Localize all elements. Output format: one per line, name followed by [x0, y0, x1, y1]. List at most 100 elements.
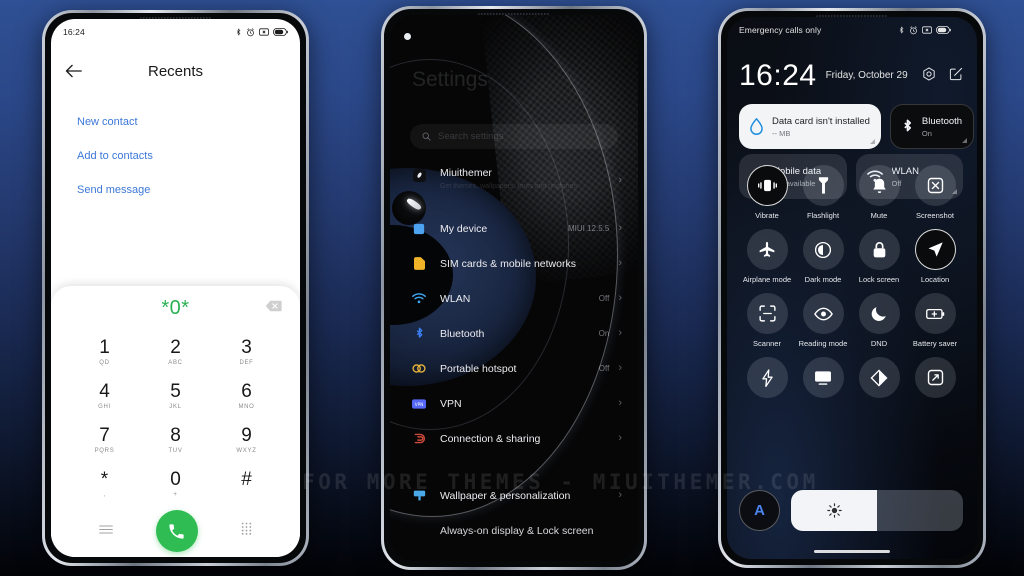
settings-row-wallpaper[interactable]: Wallpaper & personalization › [390, 478, 638, 513]
toggle-lightning[interactable] [739, 357, 795, 403]
dial-key[interactable]: 2 ABC [140, 332, 211, 372]
dial-key[interactable]: 4 GHI [69, 376, 140, 416]
chevron-right-icon: › [618, 489, 622, 501]
tile-label: Data card isn't installed [772, 115, 870, 127]
expand-icon [927, 369, 943, 386]
toggle-label: Reading mode [798, 339, 848, 348]
toggle-icon-wrap [858, 293, 900, 334]
phone1-screen: 16:24 Recents New contact Add to contact… [51, 19, 300, 557]
settings-row-bluetooth[interactable]: Bluetooth On › [390, 316, 638, 351]
toggle-icon-wrap [802, 357, 844, 398]
link-add-to-contacts[interactable]: Add to contacts [51, 139, 300, 173]
key-sub: WXYZ [236, 448, 257, 454]
key-digit: 0 [170, 469, 181, 490]
key-digit: 5 [170, 381, 181, 402]
lockscreen-icon [412, 524, 426, 538]
keypad-icon [242, 522, 252, 535]
toggle-location[interactable]: Location [907, 229, 963, 284]
phone-control-center: Emergency calls only 16:24 Friday, Octob… [718, 8, 986, 568]
dial-key[interactable]: 5 JKL [140, 376, 211, 416]
tile-expand-corner-icon[interactable] [869, 139, 875, 144]
vibrate-icon [259, 28, 269, 36]
toggle-lock-screen[interactable]: Lock screen [851, 229, 907, 284]
back-button[interactable] [51, 49, 95, 93]
wallpaper-icon [412, 489, 426, 503]
tile-data-usage[interactable]: Data card isn't installed -- MB [739, 104, 881, 149]
toggle-dnd[interactable]: DND [851, 293, 907, 348]
toggle-label: Scanner [753, 339, 781, 348]
dial-key[interactable]: 8 TUV [140, 420, 211, 460]
settings-row-connection-sharing[interactable]: Connection & sharing › [390, 421, 638, 456]
search-input[interactable]: Search settings [410, 124, 618, 149]
settings-row-value: On [598, 329, 610, 338]
device-icon [412, 222, 426, 236]
settings-row-label: Always-on display & Lock screen [440, 524, 594, 537]
settings-gear-button[interactable] [922, 66, 936, 86]
phone-frame: 16:24 Recents New contact Add to contact… [42, 10, 309, 566]
toggle-flashlight[interactable]: Flashlight [795, 165, 851, 220]
menu-button[interactable] [98, 522, 113, 540]
toggle-icon-wrap [914, 229, 956, 270]
settings-row-always-on-display[interactable]: Always-on display & Lock screen [390, 513, 638, 548]
flashlight-icon [818, 177, 828, 194]
vibrate-icon [922, 26, 932, 34]
dial-key[interactable]: 0 + [140, 464, 211, 504]
link-new-contact[interactable]: New contact [51, 105, 300, 139]
keypad-button[interactable] [241, 522, 252, 540]
bell-icon [872, 178, 886, 193]
call-button[interactable] [155, 510, 198, 552]
dial-key[interactable]: *, [69, 464, 140, 504]
settings-list: Miuithemer Get themes, wallpapers, fonts… [390, 159, 638, 561]
dial-key[interactable]: # [211, 464, 282, 504]
settings-row-miuithemer[interactable]: Miuithemer Get themes, wallpapers, fonts… [390, 159, 638, 211]
tile-expand-corner-icon[interactable] [962, 138, 968, 143]
settings-row-my-device[interactable]: My device MIUI 12.5.5 › [390, 211, 638, 246]
dial-key[interactable]: 6 MNO [211, 376, 282, 416]
edit-button[interactable] [949, 67, 963, 86]
statusbar-icons [235, 27, 288, 37]
header-icons [922, 66, 963, 86]
toggle-theme[interactable] [851, 357, 907, 403]
chevron-right-icon: › [618, 222, 622, 234]
dial-key[interactable]: 7 PQRS [69, 420, 140, 460]
toggle-scanner[interactable]: Scanner [739, 293, 795, 348]
toggle-icon-wrap [746, 293, 788, 334]
chevron-right-icon: › [618, 432, 622, 444]
key-digit: 2 [170, 337, 181, 358]
settings-row-portable-hotspot[interactable]: Portable hotspot Off › [390, 351, 638, 386]
toggle-battery-saver[interactable]: Battery saver [907, 293, 963, 348]
link-send-message[interactable]: Send message [51, 173, 300, 207]
brightness-slider[interactable] [791, 490, 963, 531]
menu-icon [98, 525, 113, 534]
phone-bezel: Emergency calls only 16:24 Friday, Octob… [721, 11, 983, 565]
toggle-reading-mode[interactable]: Reading mode [795, 293, 851, 348]
settings-row-sub: Get themes, wallpapers, fonts and ringto… [440, 183, 577, 190]
settings-row-wlan[interactable]: WLAN Off › [390, 281, 638, 316]
toggle-label: Screenshot [916, 211, 954, 220]
auto-brightness-button[interactable]: A [739, 490, 780, 531]
edit-icon [949, 67, 963, 80]
phone-bezel: Settings Search settings Miuithemer Get … [384, 9, 644, 567]
toggle-airplane-mode[interactable]: Airplane mode [739, 229, 795, 284]
toggle-label: Vibrate [755, 211, 779, 220]
toggle-expand[interactable] [907, 357, 963, 403]
moon-icon [871, 307, 886, 322]
settings-row-vpn[interactable]: VPN VPN › [390, 386, 638, 421]
settings-row-label: WLAN [440, 292, 471, 305]
dial-key[interactable]: 1 QD [69, 332, 140, 372]
toggle-vibrate[interactable]: Vibrate [739, 165, 795, 220]
toggle-screenshot[interactable]: Screenshot [907, 165, 963, 220]
backspace-button[interactable] [265, 299, 282, 317]
settings-row-sim-cards[interactable]: SIM cards & mobile networks › [390, 246, 638, 281]
data-usage-icon [750, 118, 763, 135]
front-camera-icon [404, 33, 411, 40]
toggle-mute[interactable]: Mute [851, 165, 907, 220]
key-sub: QD [99, 360, 110, 366]
toggle-cast[interactable] [795, 357, 851, 403]
settings-row-value: Off [598, 364, 610, 373]
dial-key[interactable]: 3 DEF [211, 332, 282, 372]
tile-bluetooth[interactable]: Bluetooth On [889, 104, 975, 149]
toggle-dark-mode[interactable]: Dark mode [795, 229, 851, 284]
dial-key[interactable]: 9 WXYZ [211, 420, 282, 460]
toggle-icon-wrap [746, 165, 788, 206]
